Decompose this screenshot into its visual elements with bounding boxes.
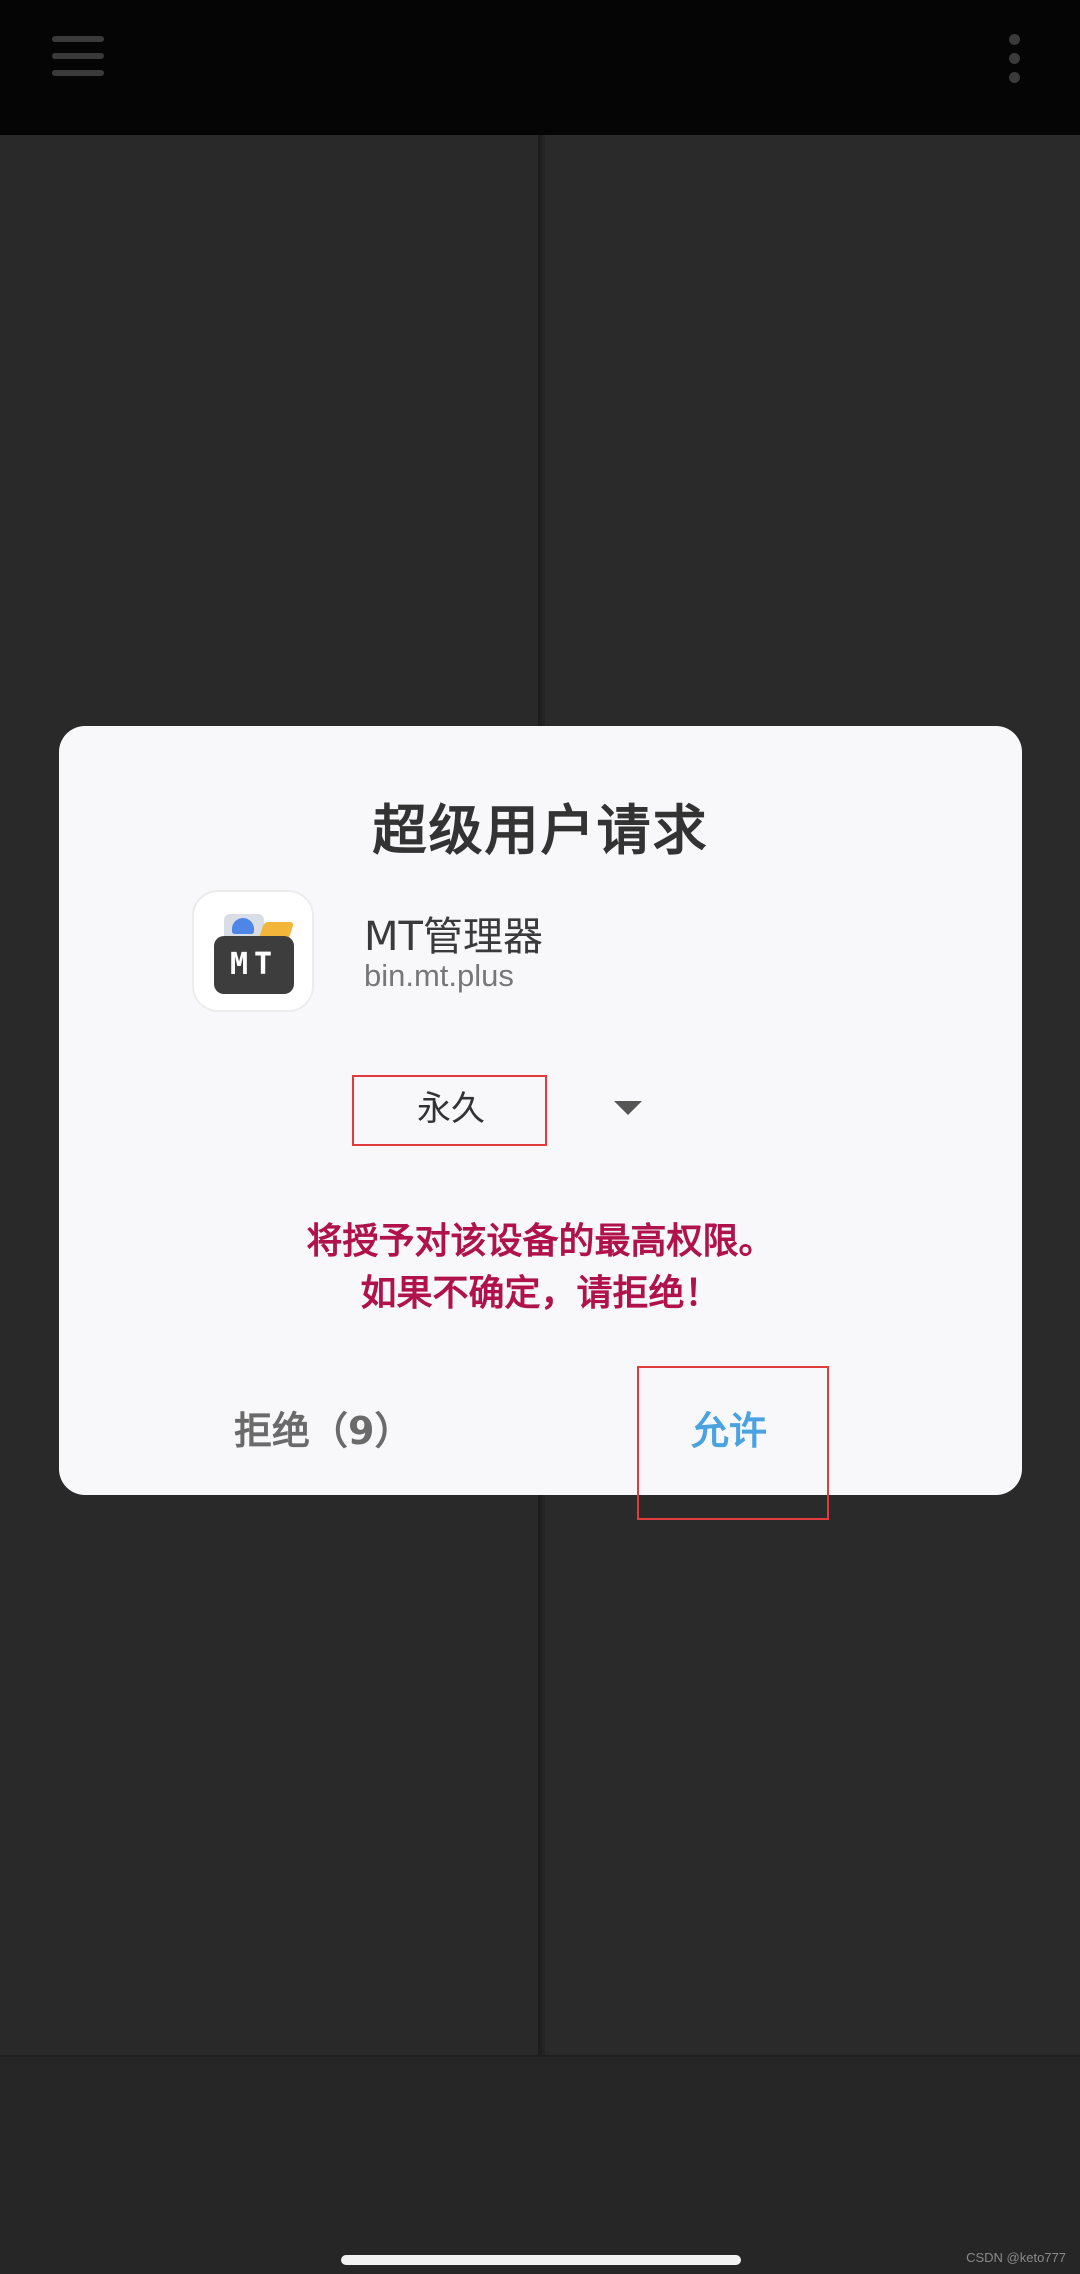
home-indicator[interactable]	[341, 2255, 741, 2265]
mt-manager-app-icon: MT	[192, 890, 314, 1012]
screen: 超级用户请求 MT MT管理器 bin.mt.plus 永久 将授予对该设备的最…	[0, 0, 1080, 2274]
dialog-title: 超级用户请求	[372, 799, 709, 862]
deny-button[interactable]: 拒绝（9）	[234, 1396, 484, 1466]
more-options-icon[interactable]	[1000, 34, 1030, 84]
grant-duration-value: 永久	[417, 1089, 485, 1129]
app-name: MT管理器	[364, 914, 543, 960]
superuser-request-dialog: 超级用户请求 MT MT管理器 bin.mt.plus 永久 将授予对该设备的最…	[59, 726, 1022, 1520]
chevron-down-icon[interactable]	[614, 1101, 642, 1115]
app-package-name: bin.mt.plus	[364, 958, 514, 993]
mt-logo: MT	[214, 936, 294, 994]
menu-icon[interactable]	[52, 36, 104, 76]
warning-line-2: 如果不确定，请拒绝！	[360, 1273, 721, 1314]
bottom-toolbar	[0, 2055, 1080, 2274]
grant-duration-select[interactable]: 永久	[351, 1074, 671, 1144]
top-app-bar	[0, 0, 1080, 135]
watermark: CSDN @keto777	[966, 2250, 1066, 2265]
allow-button[interactable]: 允许	[639, 1396, 819, 1466]
warning-message: 将授予对该设备的最高权限。 如果不确定，请拒绝！	[59, 1216, 1022, 1320]
android-icon	[232, 918, 254, 934]
warning-line-1: 将授予对该设备的最高权限。	[306, 1221, 775, 1262]
